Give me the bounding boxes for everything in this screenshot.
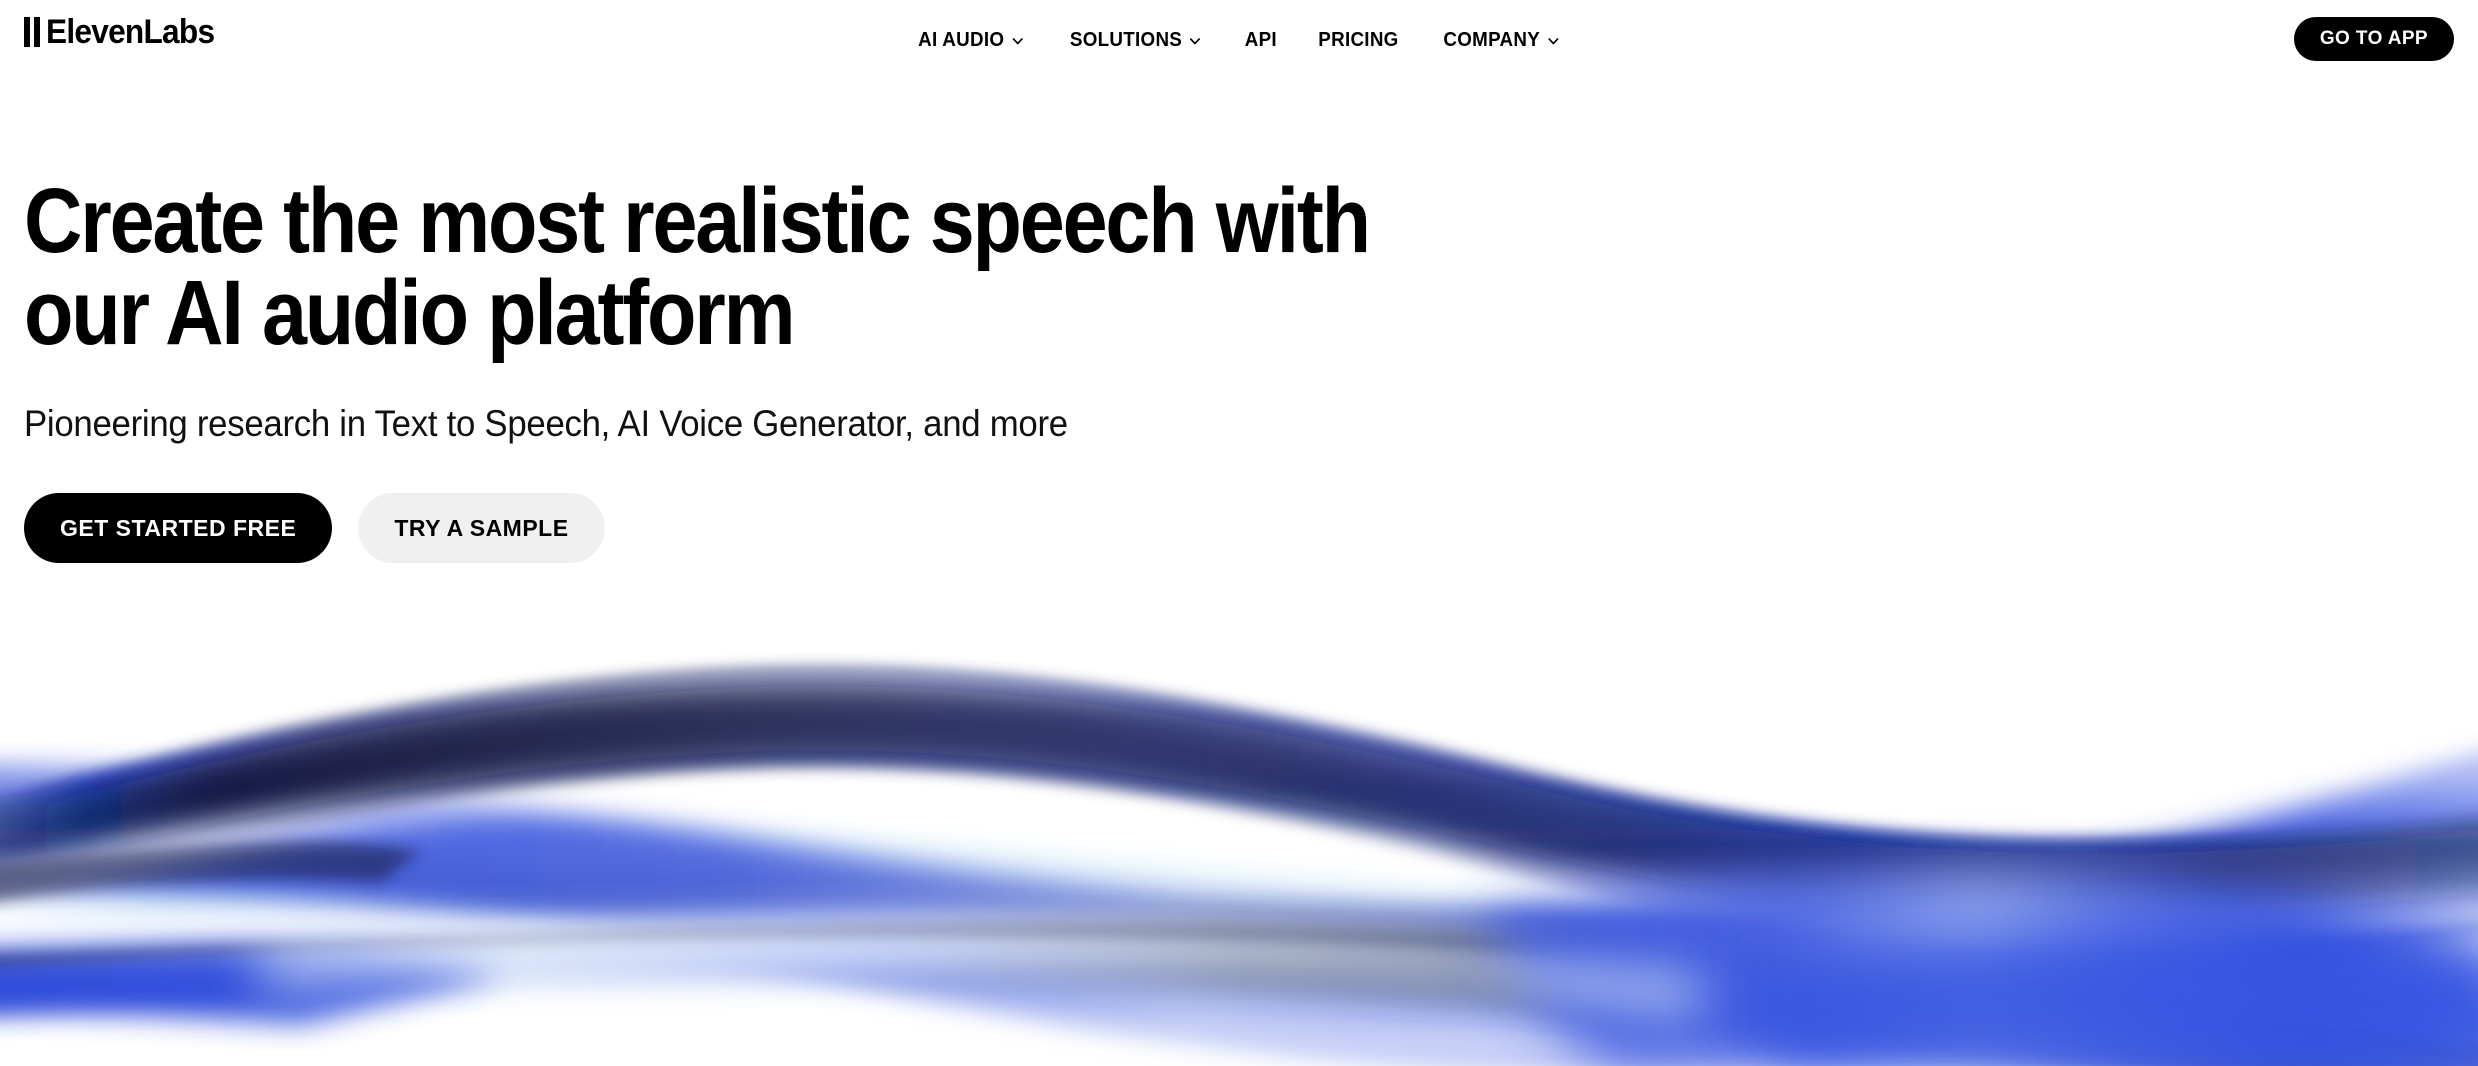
chevron-down-icon xyxy=(1188,34,1201,48)
site-header: ElevenLabs AI AUDIO SOLUTIONS API PRICIN… xyxy=(0,0,2478,80)
chevron-down-icon xyxy=(1546,34,1559,48)
nav-item-solutions[interactable]: SOLUTIONS xyxy=(1070,29,1202,52)
main-navigation: AI AUDIO SOLUTIONS API PRICING COMPANY xyxy=(915,0,1564,80)
nav-label-pricing: PRICING xyxy=(1318,28,1399,51)
wave-illustration xyxy=(0,668,2478,1066)
page-title: Create the most realistic speech with ou… xyxy=(24,170,1371,364)
hero-cta-row: GET STARTED FREE TRY A SAMPLE xyxy=(24,493,1624,563)
logo-wordmark: ElevenLabs xyxy=(46,13,215,51)
nav-item-ai-audio[interactable]: AI AUDIO xyxy=(918,29,1024,52)
try-a-sample-button[interactable]: TRY A SAMPLE xyxy=(358,493,605,563)
nav-label-company: COMPANY xyxy=(1443,28,1540,51)
page-root: ElevenLabs AI AUDIO SOLUTIONS API PRICIN… xyxy=(0,0,2478,1066)
go-to-app-button[interactable]: GO TO APP xyxy=(2293,17,2454,61)
logo-elevenlabs[interactable]: ElevenLabs xyxy=(24,8,227,56)
eleven-bars-icon xyxy=(24,17,44,47)
get-started-free-button[interactable]: GET STARTED FREE xyxy=(24,493,333,563)
nav-label-ai-audio: AI AUDIO xyxy=(918,28,1005,51)
nav-label-api: API xyxy=(1244,28,1277,51)
nav-item-pricing[interactable]: PRICING xyxy=(1319,29,1399,52)
nav-label-solutions: SOLUTIONS xyxy=(1069,28,1182,51)
nav-item-company[interactable]: COMPANY xyxy=(1443,29,1559,52)
audio-wave-ribbon xyxy=(0,620,2478,1066)
chevron-down-icon xyxy=(1011,34,1024,48)
hero-section: Create the most realistic speech with ou… xyxy=(24,175,1624,563)
hero-subtitle: Pioneering research in Text to Speech, A… xyxy=(24,403,1068,444)
nav-item-api[interactable]: API xyxy=(1245,29,1277,52)
